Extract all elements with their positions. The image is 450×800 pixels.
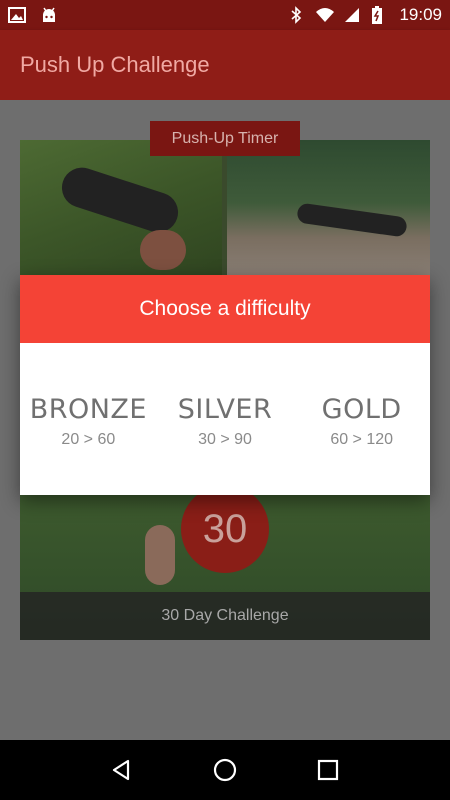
thirty-day-challenge-card[interactable]: 30 30 Day Challenge	[20, 495, 430, 640]
challenge-label: 30 Day Challenge	[20, 592, 430, 640]
push-up-timer-card[interactable]	[20, 140, 430, 280]
option-range: 60 > 120	[330, 430, 394, 448]
push-up-photo-right	[227, 140, 430, 280]
recents-icon	[318, 759, 339, 781]
wifi-icon	[315, 6, 335, 24]
difficulty-option-silver[interactable]: SILVER 30 > 90	[157, 390, 294, 449]
clock: 19:09	[399, 5, 442, 24]
home-icon	[213, 758, 237, 782]
android-icon	[40, 6, 58, 24]
difficulty-dialog: Choose a difficulty BRONZE 20 > 60 SILVE…	[20, 275, 430, 495]
push-up-timer-label[interactable]: Push-Up Timer	[150, 121, 300, 156]
option-name: SILVER	[177, 393, 273, 425]
back-button[interactable]	[102, 750, 142, 790]
back-icon	[112, 759, 129, 781]
push-up-photo-left	[20, 140, 222, 280]
app-title: Push Up Challenge	[20, 52, 210, 77]
option-name: BRONZE	[29, 393, 147, 425]
signal-icon	[343, 6, 361, 24]
status-bar: 19:09	[0, 0, 450, 30]
option-range: 30 > 90	[198, 430, 252, 448]
dialog-title: Choose a difficulty	[20, 275, 430, 343]
option-range: 20 > 60	[61, 430, 116, 448]
difficulty-option-gold[interactable]: GOLD 60 > 120	[293, 390, 430, 449]
home-button[interactable]	[205, 750, 245, 790]
navigation-bar	[0, 740, 450, 800]
difficulty-option-bronze[interactable]: BRONZE 20 > 60	[20, 390, 157, 449]
option-name: GOLD	[321, 393, 402, 425]
recents-button[interactable]	[308, 750, 348, 790]
app-bar: Push Up Challenge	[0, 30, 450, 100]
bluetooth-icon	[287, 6, 305, 24]
difficulty-options: BRONZE 20 > 60 SILVER 30 > 90 GOLD 60 > …	[20, 343, 430, 495]
image-icon	[8, 6, 26, 24]
battery-icon	[371, 6, 389, 24]
